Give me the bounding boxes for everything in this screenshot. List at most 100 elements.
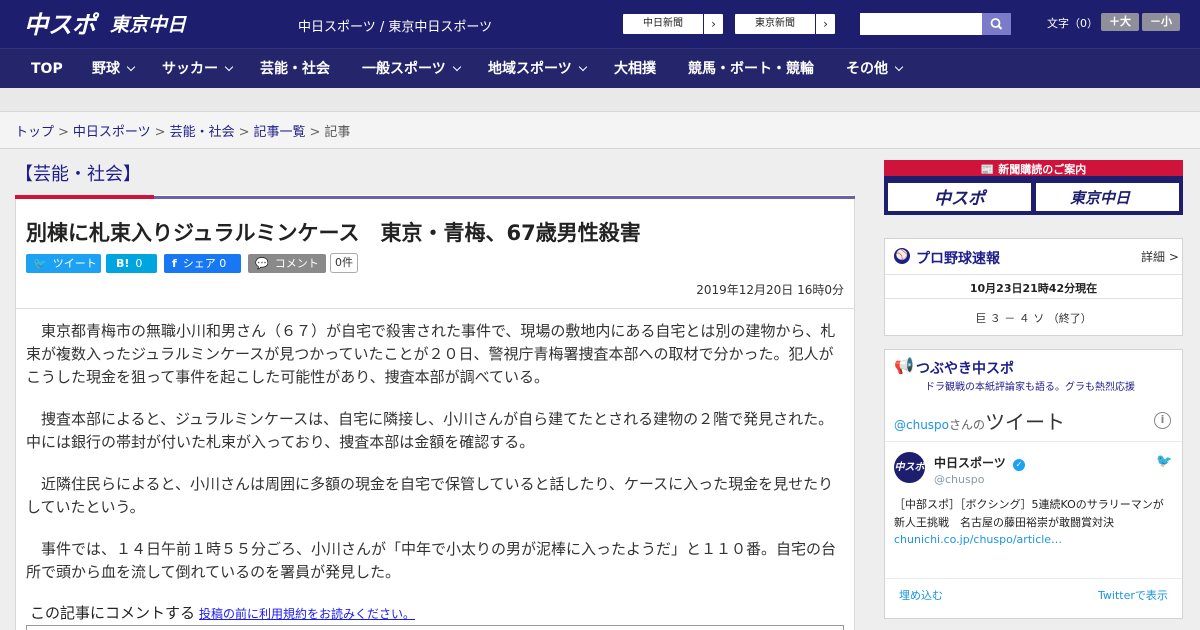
font-larger-button[interactable]: ＋大 <box>1101 13 1139 31</box>
chevron-down-icon <box>452 62 461 72</box>
hatena-bookmark-button[interactable]: B! 0 <box>106 254 157 273</box>
nav-item-top[interactable]: TOP <box>31 49 63 89</box>
account-avatar[interactable]: 中スポ <box>894 452 925 483</box>
info-icon[interactable]: i <box>1154 412 1171 429</box>
facebook-share-count: 0 <box>219 257 227 270</box>
chunichi-shimbun-label: 中日新聞 <box>643 18 683 29</box>
nav-item-label: 大相撲 <box>614 61 656 77</box>
article-paragraph: 東京都青梅市の無職小川和男さん（６７）が自宅で殺害された事件で、現場の敷地内にあ… <box>26 322 836 386</box>
article-paragraph: 捜査本部によると、ジュラルミンケースは、自宅に隣接し、小川さんが自ら建てたとされ… <box>26 410 834 451</box>
timeline-handle-link[interactable]: @chuspo <box>894 418 949 432</box>
nav-item-local-sports[interactable]: 地域スポーツ <box>488 49 587 89</box>
facebook-share-button[interactable]: f シェア 0 <box>164 254 241 273</box>
chevron-right-icon: › <box>703 14 723 34</box>
nav-item-general-sports[interactable]: 一般スポーツ <box>362 49 461 89</box>
chuspo-logo-text: 中スポ <box>24 11 100 39</box>
newspaper-icon: 📰 <box>980 163 995 176</box>
timeline-tweets-label: ツイート <box>985 410 1066 434</box>
chevron-right-icon: › <box>815 14 835 34</box>
nav-item-label: 競馬・ボート・競輪 <box>688 61 814 77</box>
chuspo-logo-mark: 中スポ <box>934 189 988 209</box>
chunichi-shimbun-link[interactable]: 中日新聞 › <box>622 13 724 35</box>
baseball-detail-link[interactable]: 詳細 > <box>1141 248 1179 265</box>
chevron-down-icon <box>224 62 234 72</box>
tokyo-chunichi-logo-mark-text: 東京中日 <box>1070 189 1131 207</box>
nav-item-baseball[interactable]: 野球 <box>92 49 136 89</box>
twitter-bird-icon: 🐦 <box>1156 454 1173 469</box>
nav-item-label: TOP <box>31 61 63 77</box>
nav-item-sumo[interactable]: 大相撲 <box>614 49 656 89</box>
category-rule-accent <box>15 195 154 199</box>
baseball-as-of: 10月23日21時42分現在 <box>969 282 1098 295</box>
tokyo-chunichi-logo-text: 東京中日 <box>110 14 187 36</box>
comment-prompt-label: この記事にコメントする <box>30 604 196 622</box>
megaphone-icon: 📢 <box>894 356 914 375</box>
tokyo-chunichi-logo[interactable]: 東京中日 <box>110 10 210 38</box>
nav-item-label: 地域スポーツ <box>488 61 572 77</box>
breadcrumb-top[interactable]: トップ <box>15 125 54 140</box>
baseball-widget-title: プロ野球速報 <box>916 251 1000 267</box>
baseball-icon: ⚾ <box>894 248 910 264</box>
account-handle[interactable]: @chuspo <box>934 473 984 486</box>
embed-link[interactable]: 埋め込む <box>899 587 943 603</box>
timeline-footer-divider <box>885 578 1182 579</box>
tweet-link[interactable]: chunichi.co.jp/chuspo/article… <box>894 533 1062 546</box>
widget-divider <box>885 298 1182 299</box>
search-button[interactable] <box>982 13 1011 35</box>
breadcrumb-separator: > <box>154 125 166 140</box>
breadcrumb-current: 記事 <box>324 125 351 140</box>
account-name-label: 中日スポーツ <box>934 456 1006 470</box>
nav-item-entertainment[interactable]: 芸能・社会 <box>260 49 330 89</box>
article-date: 2019年12月20日 16時0分 <box>696 283 844 297</box>
nav-item-label: 芸能・社会 <box>260 61 330 77</box>
twitter-bird-icon: 🐦 <box>33 257 47 270</box>
comment-textarea[interactable] <box>26 625 844 630</box>
nav-item-racing[interactable]: 競馬・ボート・競輪 <box>688 49 814 89</box>
chuspo-logo-mark-text: 中スポ <box>934 189 988 209</box>
hatena-bookmark-icon: B! <box>116 257 130 270</box>
tokyo-chunichi-subscribe-logo[interactable]: 東京中日 <box>1036 183 1179 211</box>
breadcrumb-chunichi-sports[interactable]: 中日スポーツ <box>73 125 151 140</box>
comment-terms-link[interactable]: 投稿の前に利用規約をお読みください。 <box>199 607 415 621</box>
main-nav: TOP 野球 サッカー 芸能・社会 一般スポーツ 地域スポーツ 大相撲 競馬・ボ… <box>0 48 1200 88</box>
nav-item-other[interactable]: その他 <box>846 49 904 89</box>
view-on-twitter-link[interactable]: Twitterで表示 <box>1098 587 1168 603</box>
chuspo-subscribe-logo[interactable]: 中スポ <box>888 183 1031 211</box>
breadcrumb-separator: > <box>58 125 69 140</box>
tweet-button[interactable]: 🐦 ツイート <box>26 254 101 273</box>
speech-bubble-icon: 💬 <box>255 257 269 270</box>
nav-item-label: 一般スポーツ <box>362 61 446 77</box>
breadcrumb-entertainment[interactable]: 芸能・社会 <box>170 125 235 140</box>
tokyo-shimbun-link[interactable]: 東京新聞 › <box>734 13 836 35</box>
search-input[interactable] <box>860 13 983 35</box>
sub-nav-band <box>0 88 1200 112</box>
article-paragraph: 事件では、１４日午前１時５５分ごろ、小川さんが「中年で小太りの男が泥棒に入ったよ… <box>26 540 837 581</box>
article-divider <box>16 308 854 309</box>
timeline-divider <box>885 441 1182 442</box>
breadcrumb-separator: > <box>309 125 321 140</box>
nav-item-label: 野球 <box>92 61 120 77</box>
chuspo-logo[interactable]: 中スポ <box>24 8 102 40</box>
facebook-icon: f <box>172 257 177 270</box>
account-name[interactable]: 中日スポーツ ✓ <box>934 454 1025 471</box>
twitter-widget-subtitle: ドラ観戦の本紙評論家も語る。グラも熱烈応援 <box>925 382 1135 393</box>
article-headline: 別棟に札束入りジュラルミンケース 東京・青梅、67歳男性殺害 <box>26 221 641 245</box>
chevron-down-icon <box>578 62 587 72</box>
verified-badge-icon: ✓ <box>1012 459 1025 471</box>
category-rule <box>154 196 855 199</box>
comment-button[interactable]: 💬 コメント <box>248 254 326 273</box>
comment-count: 0件 <box>330 253 358 273</box>
chevron-down-icon <box>894 62 904 72</box>
site-name: 中日スポーツ / 東京中日スポーツ <box>298 20 493 35</box>
font-smaller-button[interactable]: －小 <box>1142 13 1180 31</box>
search-icon <box>990 18 1003 30</box>
subscribe-title: 📰 新聞購読のご案内 <box>884 161 1183 177</box>
nav-item-soccer[interactable]: サッカー <box>162 49 234 89</box>
baseball-score[interactable]: 巨 ３ － ４ ソ （終了） <box>885 310 1182 326</box>
chevron-down-icon <box>126 62 136 72</box>
facebook-share-label: シェア <box>182 257 216 270</box>
breadcrumb: トップ > 中日スポーツ > 芸能・社会 > 記事一覧 > 記事 <box>15 121 350 140</box>
breadcrumb-article-list[interactable]: 記事一覧 <box>254 125 306 140</box>
tweet-label: ツイート <box>52 257 97 270</box>
tokyo-shimbun-label: 東京新聞 <box>755 18 795 29</box>
